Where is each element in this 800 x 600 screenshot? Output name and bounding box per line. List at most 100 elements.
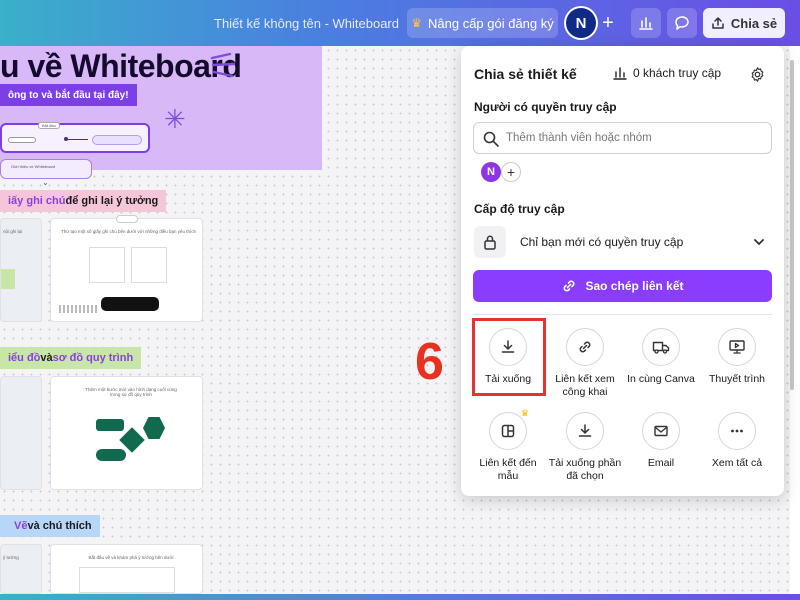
frame-drawing[interactable]: Bắt đầu vẽ và khám phá ý tưởng bên dưới [50, 544, 203, 594]
upgrade-label: Nâng cấp gói đăng ký [428, 15, 554, 31]
link-icon [564, 280, 575, 292]
option-public-link-label: Liên kết xem công khai [555, 373, 615, 399]
comment-icon [675, 16, 689, 30]
access-level-label: Cấp độ truy cập [474, 202, 565, 216]
truck-icon [642, 328, 680, 366]
option-template-link-label: Liên kết đến mẫu [479, 457, 537, 483]
template-icon: ♛ [489, 408, 529, 450]
drawing-area[interactable] [79, 567, 175, 593]
visitors-label: 0 khách truy cập [633, 66, 722, 80]
mail-icon [642, 412, 680, 450]
step-number: 6 [415, 333, 444, 391]
vertical-scrollbar[interactable] [790, 60, 794, 390]
section-charts: iểu đồ và sơ đồ quy trình [0, 347, 142, 369]
option-email[interactable]: Email [623, 412, 699, 470]
frame-sticky-notes[interactable]: Thử tạo một số giấy ghi chú bên dưới với… [50, 215, 203, 322]
option-print-label: In cùng Canva [627, 373, 695, 385]
settings-button[interactable] [746, 63, 768, 85]
option-download-selection-label: Tải xuống phần đã chọn [548, 457, 622, 483]
chevron-down-icon: ⌄ [42, 178, 49, 187]
decoration-lines-icon [210, 52, 236, 78]
access-level-value: Chỉ bạn mới có quyền truy cập [520, 235, 684, 249]
section-sticky-notes: iấy ghi chú để ghi lại ý tưởng [0, 190, 167, 212]
option-present[interactable]: Thuyết trình [699, 328, 775, 386]
hero-card-text: Bắt đầu [38, 122, 60, 129]
section2-part3: sơ đồ quy trình [52, 352, 134, 364]
section1-prefix: iấy ghi chú [8, 195, 66, 207]
frame-flowchart[interactable]: Thêm một bước mới vào hình dạng cuối cùn… [50, 376, 203, 490]
section3-suffix: và chú thích [27, 520, 92, 532]
user-avatar[interactable]: N [566, 8, 596, 38]
link-icon [566, 328, 604, 366]
sparkle-icon: ✳ [164, 104, 186, 134]
frame-tab [116, 215, 138, 223]
add-member-button[interactable]: + [501, 162, 521, 182]
section1-suffix: để ghi lại ý tưởng [65, 195, 159, 207]
gear-icon [751, 66, 763, 82]
plus-icon[interactable]: + [596, 10, 620, 36]
comments-button[interactable] [667, 8, 697, 38]
access-level-select[interactable]: Chỉ bạn mới có quyền truy cập [474, 226, 772, 258]
section2-part2: và [40, 352, 53, 364]
option-template-link[interactable]: ♛ Liên kết đến mẫu [470, 408, 546, 483]
more-icon [718, 412, 756, 450]
option-present-label: Thuyết trình [708, 373, 766, 385]
sticky-note[interactable] [1, 269, 15, 289]
crown-icon: ♛ [411, 16, 422, 30]
document-title[interactable]: Thiết kế không tên - Whiteboard [214, 16, 399, 31]
option-email-label: Email [647, 457, 675, 469]
flow-end[interactable] [96, 449, 126, 461]
people-access-label: Người có quyền truy cập [474, 100, 617, 114]
empty-note-1[interactable] [89, 247, 125, 283]
frame-left-2[interactable] [0, 376, 42, 490]
section-drawing: Vẽ và chú thích [0, 515, 100, 537]
top-bar: Thiết kế không tên - Whiteboard ♛ Nâng c… [0, 0, 800, 46]
hero-card2-text: Giới thiệu về Whiteboard [11, 164, 56, 169]
option-see-all-label: Xem tất cả [711, 457, 763, 469]
upgrade-button[interactable]: ♛ Nâng cấp gói đăng ký [407, 8, 558, 38]
frame-left-1-text: nội ghi lại [3, 229, 23, 234]
divider [473, 314, 772, 315]
option-download-selection[interactable]: Tải xuống phần đã chọn [547, 412, 623, 483]
hero-title: u về Whiteboard [0, 48, 242, 84]
hero-card-badge [92, 135, 142, 145]
member-avatar[interactable]: N [481, 162, 501, 182]
option-see-all[interactable]: Xem tất cả [699, 412, 775, 470]
hero-card-line [68, 138, 88, 140]
share-panel: Chia sẻ thiết kế 0 khách truy cập Người … [461, 46, 784, 496]
member-search[interactable] [473, 122, 772, 154]
frame-left-1[interactable]: nội ghi lại [0, 218, 42, 322]
frame-draw-text: Bắt đầu vẽ và khám phá ý tưởng bên dưới [88, 555, 174, 560]
crown-icon: ♛ [520, 408, 529, 418]
hero-card-pill [8, 137, 36, 143]
section2-part1: iểu đồ [8, 352, 41, 364]
hero-card-secondary[interactable]: Giới thiệu về Whiteboard [0, 159, 92, 179]
copy-link-button[interactable]: Sao chép liên kết [473, 270, 772, 302]
section3-prefix: Vẽ [14, 520, 28, 532]
flow-hexagon[interactable] [143, 417, 165, 439]
chevron-down-icon [754, 239, 764, 245]
download-highlight-box [472, 318, 546, 396]
share-button[interactable]: Chia sẻ [703, 8, 785, 38]
frame-flow-text: Thêm một bước mới vào hình dạng cuối cùn… [85, 387, 177, 397]
flow-node-1[interactable] [96, 419, 124, 431]
option-public-link[interactable]: Liên kết xem công khai [547, 328, 623, 399]
presentation-icon [718, 328, 756, 366]
option-print[interactable]: In cùng Canva [623, 328, 699, 386]
copy-link-label: Sao chép liên kết [585, 279, 684, 293]
bottom-edge [0, 594, 800, 600]
frame-left-3[interactable]: ý tưởng [0, 544, 42, 594]
lock-icon [474, 226, 506, 258]
bar-chart-icon [639, 17, 653, 30]
download-icon [566, 412, 604, 450]
hero-subtitle: ông to và bắt đầu tại đây! [0, 84, 137, 106]
share-panel-title: Chia sẻ thiết kế [474, 66, 577, 82]
hatched-pattern [59, 305, 99, 313]
frame-left-3-text: ý tưởng [3, 555, 19, 560]
empty-note-2[interactable] [131, 247, 167, 283]
visitors-button[interactable]: 0 khách truy cập [613, 66, 721, 80]
hero-card[interactable]: Bắt đầu [0, 122, 150, 153]
member-search-input[interactable] [506, 127, 761, 149]
black-tooltip [101, 297, 159, 311]
insights-button[interactable] [631, 8, 661, 38]
